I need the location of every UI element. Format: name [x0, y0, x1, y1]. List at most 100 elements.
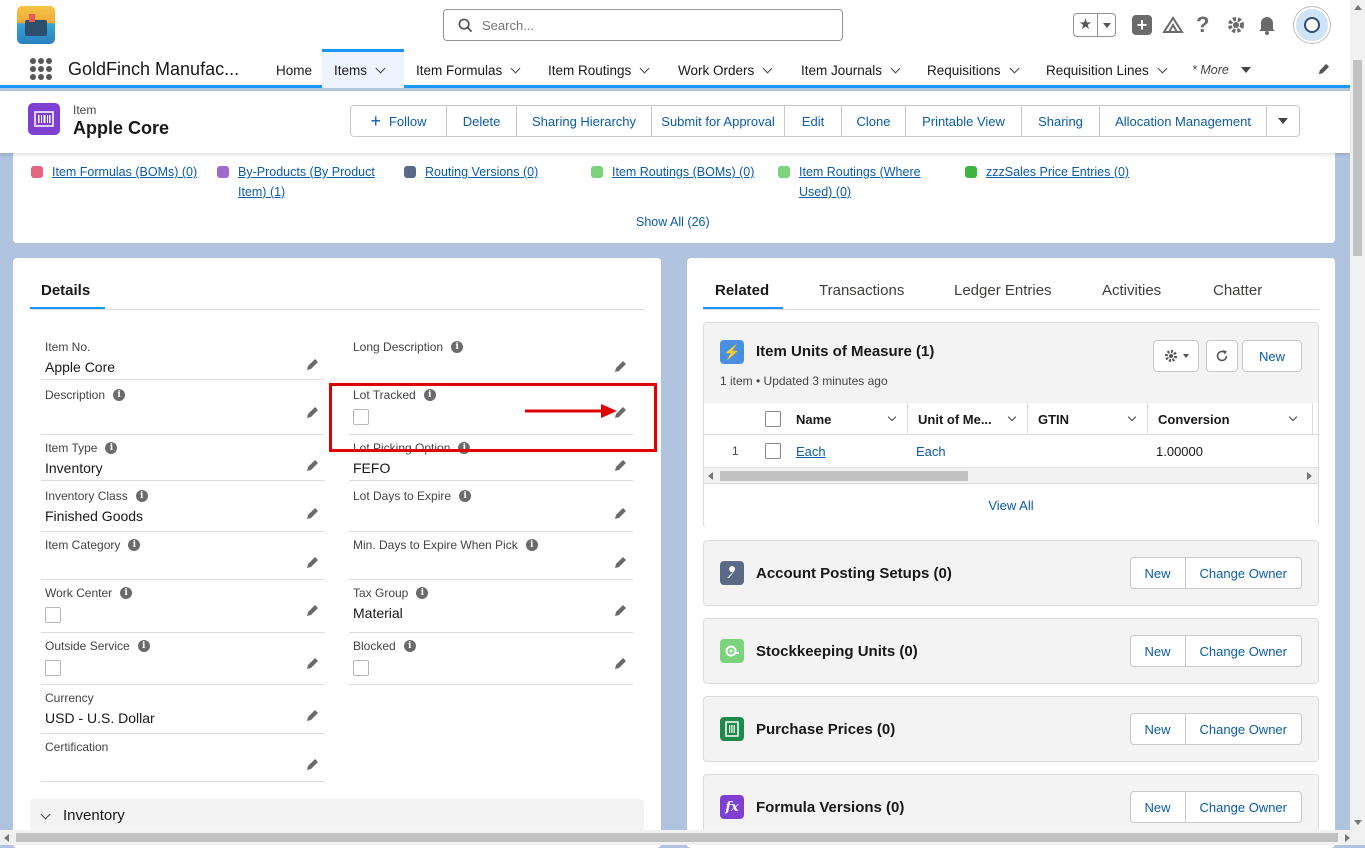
- column-header-unit[interactable]: Unit of Me...: [908, 403, 1028, 435]
- edit-pencil-icon[interactable]: [305, 657, 319, 671]
- info-icon[interactable]: i: [525, 539, 538, 551]
- edit-pencil-icon[interactable]: [613, 360, 627, 374]
- delete-button[interactable]: Delete: [447, 106, 517, 136]
- info-icon[interactable]: i: [113, 389, 126, 401]
- chevron-down-icon[interactable]: [890, 63, 901, 73]
- page-horizontal-scrollbar[interactable]: [0, 830, 1365, 845]
- new-button[interactable]: New: [1131, 558, 1186, 588]
- scroll-thumb[interactable]: [720, 471, 968, 481]
- sharing-button[interactable]: Sharing: [1022, 106, 1100, 136]
- change-owner-button[interactable]: Change Owner: [1186, 714, 1301, 744]
- info-icon[interactable]: i: [459, 490, 472, 502]
- gear-icon[interactable]: [1226, 15, 1246, 35]
- nav-tab-item-journals[interactable]: Item Journals: [801, 52, 901, 88]
- edit-pencil-icon[interactable]: [305, 358, 319, 372]
- new-button[interactable]: New: [1131, 714, 1186, 744]
- details-tab[interactable]: Details: [30, 282, 105, 310]
- clone-button[interactable]: Clone: [842, 106, 906, 136]
- printable-view-button[interactable]: Printable View: [906, 106, 1022, 136]
- nav-tab-item-formulas[interactable]: Item Formulas: [416, 52, 521, 88]
- edit-pencil-icon[interactable]: [305, 758, 319, 772]
- scroll-right-arrow[interactable]: [1345, 834, 1350, 842]
- refresh-button[interactable]: [1206, 340, 1238, 372]
- edit-pencil-icon[interactable]: [305, 709, 319, 723]
- info-icon[interactable]: i: [135, 490, 148, 502]
- edit-button[interactable]: Edit: [785, 106, 842, 136]
- info-icon[interactable]: i: [105, 442, 118, 454]
- page-vertical-scrollbar[interactable]: [1350, 0, 1365, 830]
- row-checkbox[interactable]: [765, 443, 781, 459]
- favorites-button[interactable]: ★: [1073, 13, 1116, 37]
- edit-pencil-icon[interactable]: [613, 507, 627, 521]
- view-all-link[interactable]: View All: [704, 498, 1318, 513]
- column-header-conversion[interactable]: Conversion: [1148, 403, 1313, 435]
- info-icon[interactable]: i: [128, 539, 141, 551]
- follow-button[interactable]: + Follow: [351, 106, 447, 136]
- chevron-down-icon[interactable]: [510, 63, 521, 73]
- sharing-hierarchy-button[interactable]: Sharing Hierarchy: [517, 106, 652, 136]
- info-icon[interactable]: i: [403, 640, 416, 652]
- quick-link-by-products[interactable]: By-Products (By Product Item) (1): [217, 162, 375, 202]
- new-button[interactable]: New: [1131, 636, 1186, 666]
- scroll-thumb[interactable]: [16, 833, 1338, 842]
- nav-tab-requisition-lines[interactable]: Requisition Lines: [1046, 52, 1168, 88]
- scroll-thumb[interactable]: [1353, 60, 1362, 256]
- global-search[interactable]: [443, 9, 843, 41]
- global-actions-icon[interactable]: +: [1132, 15, 1152, 35]
- nav-tab-items[interactable]: Items: [322, 49, 404, 88]
- tab-ledger-entries[interactable]: Ledger Entries: [954, 282, 1052, 299]
- show-all-link[interactable]: Show All (26): [636, 215, 710, 229]
- uom-unit-link[interactable]: Each: [916, 444, 946, 459]
- trailhead-icon[interactable]: [1162, 14, 1184, 36]
- info-icon[interactable]: i: [120, 587, 133, 599]
- edit-pencil-icon[interactable]: [305, 604, 319, 618]
- nav-tab-requisitions[interactable]: Requisitions: [927, 52, 1019, 88]
- quick-link-routing-versions[interactable]: Routing Versions (0): [404, 162, 538, 182]
- chevron-down-icon[interactable]: [375, 63, 386, 73]
- new-uom-button[interactable]: New: [1242, 340, 1302, 372]
- tab-chatter[interactable]: Chatter: [1213, 282, 1262, 299]
- tab-activities[interactable]: Activities: [1102, 282, 1161, 299]
- section-inventory-header[interactable]: Inventory: [30, 799, 644, 831]
- edit-pencil-icon[interactable]: [305, 406, 319, 420]
- change-owner-button[interactable]: Change Owner: [1186, 558, 1301, 588]
- list-settings-button[interactable]: [1153, 340, 1199, 372]
- user-avatar[interactable]: [1294, 7, 1330, 43]
- edit-pencil-icon[interactable]: [305, 507, 319, 521]
- info-icon[interactable]: i: [137, 640, 150, 652]
- table-horizontal-scrollbar[interactable]: [704, 467, 1318, 483]
- allocation-management-button[interactable]: Allocation Management: [1100, 106, 1267, 136]
- edit-nav-pencil-icon[interactable]: [1317, 63, 1330, 76]
- nav-tab-home[interactable]: Home: [276, 52, 312, 88]
- chevron-down-icon[interactable]: [1009, 63, 1019, 73]
- tab-related[interactable]: Related: [703, 282, 783, 310]
- chevron-down-icon[interactable]: [639, 63, 650, 73]
- chevron-down-icon[interactable]: [762, 63, 773, 73]
- more-actions-button[interactable]: [1267, 106, 1299, 136]
- search-input[interactable]: [480, 15, 830, 35]
- scroll-up-arrow[interactable]: [1354, 5, 1362, 10]
- scroll-down-arrow[interactable]: [1354, 820, 1362, 825]
- notifications-bell-icon[interactable]: [1257, 14, 1277, 36]
- change-owner-button[interactable]: Change Owner: [1186, 636, 1301, 666]
- nav-more-menu[interactable]: * More: [1192, 52, 1251, 88]
- org-logo-icon[interactable]: [17, 6, 55, 44]
- select-all-checkbox[interactable]: [765, 411, 781, 427]
- edit-pencil-icon[interactable]: [613, 459, 627, 473]
- tab-transactions[interactable]: Transactions: [819, 282, 904, 299]
- nav-tab-item-routings[interactable]: Item Routings: [548, 52, 650, 88]
- uom-name-link[interactable]: Each: [796, 444, 826, 459]
- chevron-down-icon[interactable]: [1157, 63, 1168, 73]
- change-owner-button[interactable]: Change Owner: [1186, 792, 1301, 822]
- nav-tab-work-orders[interactable]: Work Orders: [678, 52, 773, 88]
- column-header-name[interactable]: Name: [786, 403, 908, 435]
- edit-pencil-icon[interactable]: [613, 604, 627, 618]
- quick-link-item-routings-where-used[interactable]: Item Routings (Where Used) (0): [778, 162, 921, 202]
- edit-pencil-icon[interactable]: [613, 556, 627, 570]
- edit-pencil-icon[interactable]: [305, 459, 319, 473]
- quick-link-sales-price-entries[interactable]: zzzSales Price Entries (0): [965, 162, 1129, 182]
- info-icon[interactable]: i: [416, 587, 429, 599]
- help-icon[interactable]: ?: [1196, 12, 1209, 38]
- app-launcher-icon[interactable]: [30, 58, 52, 80]
- scroll-left-arrow[interactable]: [4, 834, 9, 842]
